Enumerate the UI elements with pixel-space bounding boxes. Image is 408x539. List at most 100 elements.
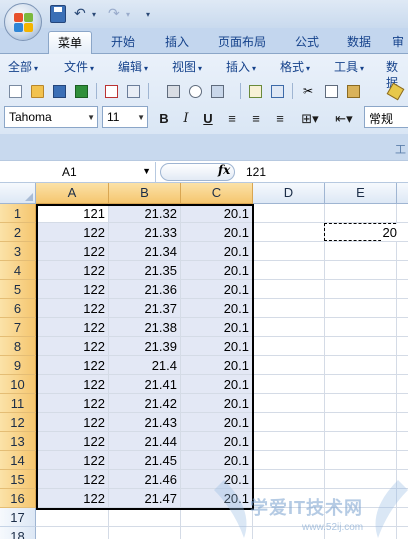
- cell-e14[interactable]: [325, 451, 397, 470]
- cell-e4[interactable]: [325, 261, 397, 280]
- column-header-c[interactable]: C: [181, 183, 253, 204]
- row-header-13[interactable]: 13: [0, 432, 36, 451]
- office-button[interactable]: [4, 3, 42, 41]
- cell-a1[interactable]: 121: [36, 204, 109, 223]
- cell-a10[interactable]: 122: [36, 375, 109, 394]
- redo-icon[interactable]: ↷: [108, 4, 120, 22]
- cell-b14[interactable]: 21.45: [109, 451, 181, 470]
- column-header-b[interactable]: B: [109, 183, 181, 204]
- cell-c4[interactable]: 20.1: [181, 261, 253, 280]
- save-icon[interactable]: [50, 5, 66, 23]
- paste-button[interactable]: [344, 82, 368, 100]
- row-header-18[interactable]: 18: [0, 527, 36, 539]
- cell-a15[interactable]: 122: [36, 470, 109, 489]
- cell-f16[interactable]: [397, 489, 408, 508]
- column-header-e[interactable]: E: [325, 183, 397, 204]
- cell-a18[interactable]: [36, 527, 109, 539]
- cell-f6[interactable]: [397, 299, 408, 318]
- column-header-a[interactable]: A: [36, 183, 109, 204]
- cell-e5[interactable]: [325, 280, 397, 299]
- new-button[interactable]: [6, 82, 24, 100]
- select-all-corner[interactable]: [0, 183, 36, 204]
- row-header-8[interactable]: 8: [0, 337, 36, 356]
- redo-dropdown-icon[interactable]: ▾: [126, 6, 130, 24]
- cell-a14[interactable]: 122: [36, 451, 109, 470]
- indent-button[interactable]: ⇤▾: [330, 109, 358, 129]
- cell-c8[interactable]: 20.1: [181, 337, 253, 356]
- cell-d1[interactable]: [253, 204, 325, 223]
- cell-c13[interactable]: 20.1: [181, 432, 253, 451]
- cell-b16[interactable]: 21.47: [109, 489, 181, 508]
- cell-d16[interactable]: [253, 489, 325, 508]
- cell-f8[interactable]: [397, 337, 408, 356]
- row-header-4[interactable]: 4: [0, 261, 36, 280]
- customize-toolbar-icon[interactable]: ▾: [146, 6, 150, 24]
- cell-d12[interactable]: [253, 413, 325, 432]
- cell-e10[interactable]: [325, 375, 397, 394]
- cell-b3[interactable]: 21.34: [109, 242, 181, 261]
- cell-a6[interactable]: 122: [36, 299, 109, 318]
- cell-b2[interactable]: 21.33: [109, 223, 181, 242]
- row-header-11[interactable]: 11: [0, 394, 36, 413]
- cell-a16[interactable]: 122: [36, 489, 109, 508]
- cell-e7[interactable]: [325, 318, 397, 337]
- cell-d18[interactable]: [253, 527, 325, 539]
- cell-b9[interactable]: 21.4: [109, 356, 181, 375]
- cell-f2[interactable]: [397, 223, 408, 242]
- save-button[interactable]: [50, 82, 68, 100]
- cell-c15[interactable]: 20.1: [181, 470, 253, 489]
- row-header-12[interactable]: 12: [0, 413, 36, 432]
- cell-c18[interactable]: [181, 527, 253, 539]
- cell-b11[interactable]: 21.42: [109, 394, 181, 413]
- font-size-select[interactable]: 11 ▼: [102, 106, 148, 128]
- cell-b12[interactable]: 21.43: [109, 413, 181, 432]
- menu-data[interactable]: 数据: [386, 59, 408, 90]
- cut-button[interactable]: ✂: [300, 82, 318, 100]
- cell-a9[interactable]: 122: [36, 356, 109, 375]
- cell-f12[interactable]: [397, 413, 408, 432]
- tab-home[interactable]: 开始: [100, 31, 146, 54]
- tab-formulas[interactable]: 公式: [284, 31, 330, 54]
- row-header-2[interactable]: 2: [0, 223, 36, 242]
- cell-d2[interactable]: [253, 223, 325, 242]
- cell-d11[interactable]: [253, 394, 325, 413]
- cell-c12[interactable]: 20.1: [181, 413, 253, 432]
- email-button[interactable]: [124, 82, 142, 100]
- cell-e9[interactable]: [325, 356, 397, 375]
- align-left-button[interactable]: ≡: [222, 109, 242, 129]
- cell-c11[interactable]: 20.1: [181, 394, 253, 413]
- cell-b15[interactable]: 21.46: [109, 470, 181, 489]
- translate-button[interactable]: [268, 82, 286, 100]
- row-header-14[interactable]: 14: [0, 451, 36, 470]
- cell-e16[interactable]: [325, 489, 397, 508]
- number-format-select[interactable]: 常规: [364, 106, 408, 128]
- cell-d7[interactable]: [253, 318, 325, 337]
- align-right-button[interactable]: ≡: [270, 109, 290, 129]
- insert-function-icon[interactable]: fx: [218, 163, 230, 177]
- underline-button[interactable]: U: [198, 109, 218, 129]
- tab-page-layout[interactable]: 页面布局: [206, 31, 278, 54]
- row-header-16[interactable]: 16: [0, 489, 36, 508]
- row-header-10[interactable]: 10: [0, 375, 36, 394]
- print-preview-button[interactable]: [186, 82, 204, 100]
- cell-f11[interactable]: [397, 394, 408, 413]
- cell-e13[interactable]: [325, 432, 397, 451]
- row-header-3[interactable]: 3: [0, 242, 36, 261]
- cell-f10[interactable]: [397, 375, 408, 394]
- cell-b17[interactable]: [109, 508, 181, 527]
- cell-b18[interactable]: [109, 527, 181, 539]
- cell-e17[interactable]: [325, 508, 397, 527]
- cell-c17[interactable]: [181, 508, 253, 527]
- cell-d9[interactable]: [253, 356, 325, 375]
- cell-c10[interactable]: 20.1: [181, 375, 253, 394]
- cell-f18[interactable]: [397, 527, 408, 539]
- cell-d6[interactable]: [253, 299, 325, 318]
- open-button[interactable]: [28, 82, 46, 100]
- cell-c1[interactable]: 20.1: [181, 204, 253, 223]
- cell-f17[interactable]: [397, 508, 408, 527]
- cell-d10[interactable]: [253, 375, 325, 394]
- cell-d14[interactable]: [253, 451, 325, 470]
- cell-e18[interactable]: [325, 527, 397, 539]
- row-header-15[interactable]: 15: [0, 470, 36, 489]
- cell-f13[interactable]: [397, 432, 408, 451]
